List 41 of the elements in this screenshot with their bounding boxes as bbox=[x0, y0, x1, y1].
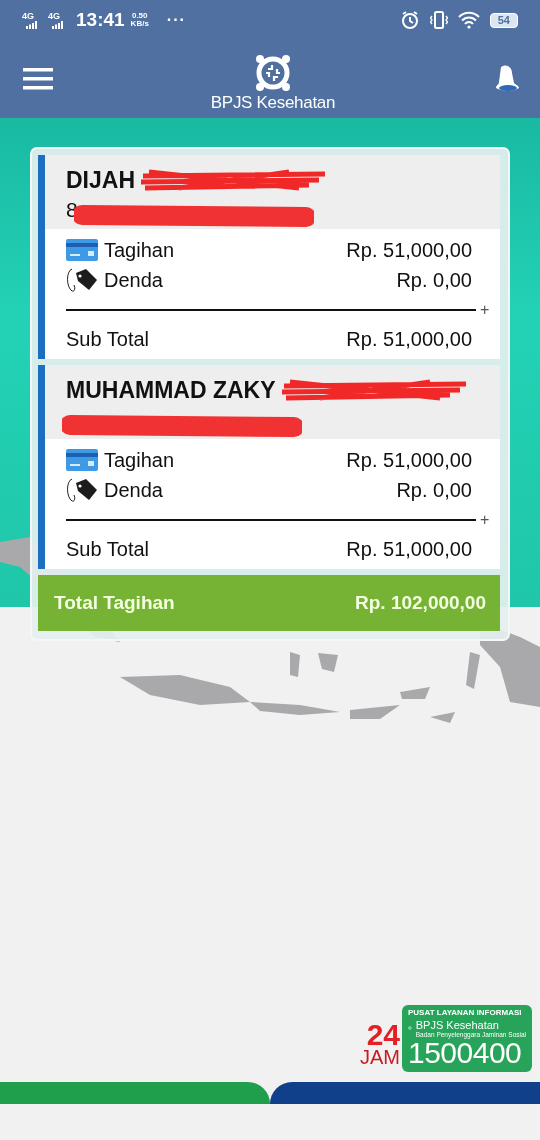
credit-card-icon bbox=[66, 449, 98, 471]
subtotal-amount: Rp. 51,000,00 bbox=[346, 327, 472, 351]
wifi-icon bbox=[457, 11, 480, 29]
subtotal-label: Sub Total bbox=[66, 537, 151, 561]
charge-label: Tagihan bbox=[104, 448, 176, 472]
charge-label: Denda bbox=[104, 478, 164, 502]
hours-number: 24 bbox=[366, 1021, 400, 1048]
plus-sign: + bbox=[480, 301, 491, 319]
hours-unit: JAM bbox=[360, 1048, 400, 1066]
hotline-title: PUSAT LAYANAN INFORMASI bbox=[408, 1007, 523, 1017]
price-tag-icon bbox=[66, 477, 98, 503]
plus-sign: + bbox=[480, 511, 491, 529]
charge-amount: Rp. 0,00 bbox=[396, 478, 472, 502]
subtotal-amount: Rp. 51,000,00 bbox=[346, 537, 472, 561]
network-label: 4G bbox=[48, 11, 60, 21]
member-name: MUHAMMAD ZAKY bbox=[66, 376, 276, 404]
charge-amount: Rp. 0,00 bbox=[396, 268, 472, 292]
charge-amount: Rp. 51,000,00 bbox=[346, 448, 472, 472]
alarm-icon bbox=[399, 10, 420, 30]
hotline-brand: BPJS Kesehatan bbox=[415, 1018, 500, 1031]
network-label: 4G bbox=[22, 11, 34, 21]
menu-icon bbox=[22, 67, 54, 91]
brand-name: BPJS Kesehatan bbox=[210, 93, 336, 113]
vibrate-icon bbox=[429, 10, 448, 30]
subtotal-label: Sub Total bbox=[66, 327, 151, 351]
clock: 13:41 bbox=[76, 9, 125, 31]
member-name: DIJAH bbox=[66, 166, 135, 194]
menu-button[interactable] bbox=[22, 67, 54, 91]
more-notifications: ··· bbox=[166, 11, 186, 29]
charge-label: Denda bbox=[104, 268, 164, 292]
battery-indicator: 54 bbox=[489, 12, 518, 28]
price-tag-icon bbox=[66, 267, 98, 293]
charge-amount: Rp. 51,000,00 bbox=[346, 238, 472, 262]
hotline-number: 1500400 bbox=[408, 1038, 522, 1068]
logo-icon bbox=[253, 53, 293, 93]
speed-unit: KB/s bbox=[130, 20, 149, 29]
speed-value: 0.50 bbox=[131, 11, 148, 20]
total-label: Total Tagihan bbox=[54, 592, 175, 614]
charge-label: Tagihan bbox=[104, 238, 176, 262]
credit-card-icon bbox=[66, 239, 98, 261]
total-amount: Rp. 102,000,00 bbox=[355, 592, 486, 614]
